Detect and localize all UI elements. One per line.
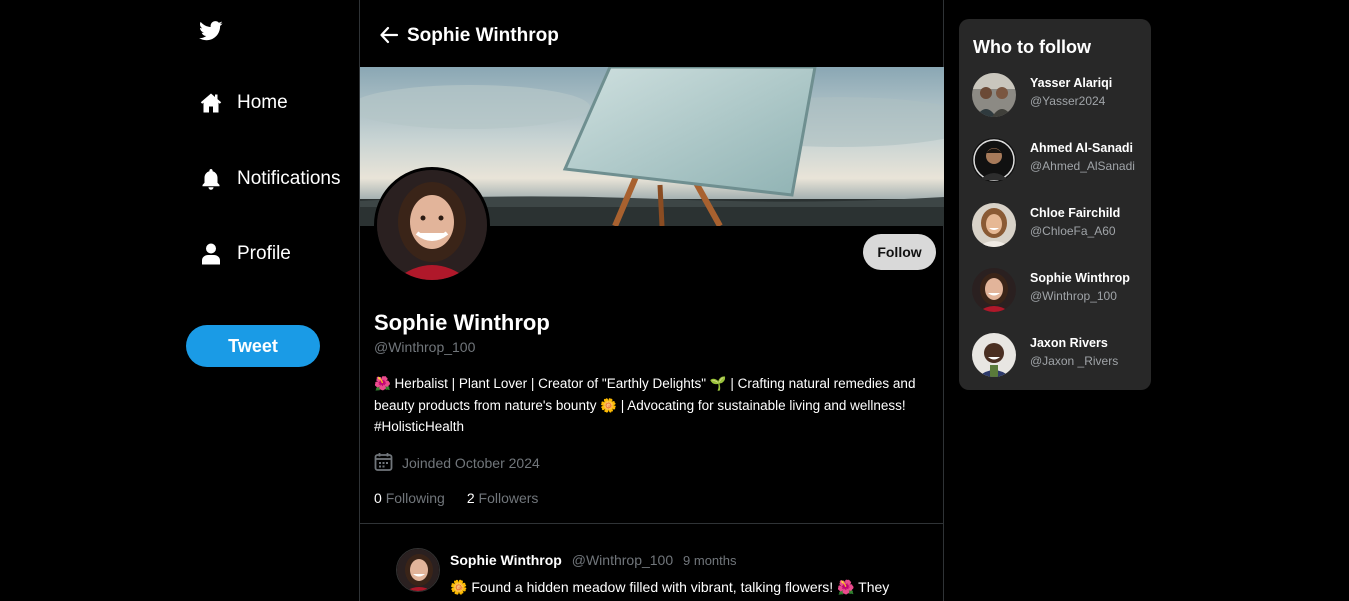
left-sidebar: Home Notifications Profile Tweet <box>186 0 360 601</box>
suggested-user[interactable]: Yasser Alariqi @Yasser2024 <box>972 73 1148 119</box>
user-icon <box>200 243 222 265</box>
arrow-left-icon[interactable] <box>379 25 399 45</box>
who-to-follow-title: Who to follow <box>973 37 1091 57</box>
sidebar-item-label: Home <box>237 92 288 113</box>
following-label: Following <box>385 490 445 506</box>
avatar <box>972 138 1016 182</box>
suggested-user[interactable]: Chloe Fairchild @ChloeFa_A60 <box>972 203 1148 249</box>
tweet-timestamp: 9 months <box>683 553 737 568</box>
profile-avatar[interactable] <box>374 167 490 283</box>
joined-text: Joinded October 2024 <box>402 455 540 471</box>
suggested-user-handle: @ChloeFa_A60 <box>1030 224 1116 238</box>
page: Home Notifications Profile Tweet Sophie … <box>0 0 1349 601</box>
tweet-author-name[interactable]: Sophie Winthrop <box>450 552 562 568</box>
followers-count: 2 <box>466 490 475 506</box>
tweet-text: 🌼 Found a hidden meadow filled with vibr… <box>450 579 890 595</box>
suggested-user-handle: @Yasser2024 <box>1030 94 1106 108</box>
follow-stats: 0 Following 2 Followers <box>374 490 538 506</box>
suggested-user[interactable]: Ahmed Al-Sanadi @Ahmed_AlSanadi <box>972 138 1148 184</box>
who-to-follow-panel: Who to follow Yasser Alariqi @Yasser2024… <box>959 19 1151 390</box>
main-column: Sophie Winthrop Follow Sophie Winthrop @… <box>359 0 944 601</box>
twitter-bird-icon[interactable] <box>199 20 223 42</box>
suggested-user-name: Sophie Winthrop <box>1030 271 1130 285</box>
profile-header: Sophie Winthrop <box>360 0 944 67</box>
calendar-icon <box>374 452 393 474</box>
divider <box>360 523 944 524</box>
avatar <box>972 333 1016 377</box>
suggested-user[interactable]: Jaxon Rivers @Jaxon _Rivers <box>972 333 1148 379</box>
suggested-user-name: Yasser Alariqi <box>1030 76 1113 90</box>
profile-bio: 🌺 Herbalist | Plant Lover | Creator of "… <box>374 376 916 434</box>
suggested-user-handle: @Winthrop_100 <box>1030 289 1117 303</box>
tweet-header: Sophie Winthrop @Winthrop_100 9 months <box>450 552 737 568</box>
followers-stat[interactable]: 2 Followers <box>467 490 539 506</box>
avatar <box>972 268 1016 312</box>
sidebar-item-label: Notifications <box>237 168 341 189</box>
page-title: Sophie Winthrop <box>407 25 559 46</box>
joined-date: Joinded October 2024 <box>374 452 540 474</box>
following-count: 0 <box>374 490 382 506</box>
sidebar-item-profile[interactable]: Profile <box>200 243 291 265</box>
sidebar-item-notifications[interactable]: Notifications <box>200 168 341 190</box>
profile-name: Sophie Winthrop <box>374 310 550 335</box>
sidebar-item-label: Profile <box>237 243 291 264</box>
suggested-user-handle: @Ahmed_AlSanadi <box>1030 159 1135 173</box>
suggested-user-handle: @Jaxon _Rivers <box>1030 354 1119 368</box>
follow-button[interactable]: Follow <box>863 234 936 270</box>
sidebar-item-home[interactable]: Home <box>200 92 288 114</box>
tweet-button[interactable]: Tweet <box>186 325 320 367</box>
bell-icon <box>200 168 222 190</box>
followers-label: Followers <box>478 490 539 506</box>
suggested-user-name: Chloe Fairchild <box>1030 206 1121 220</box>
tweet-author-handle: @Winthrop_100 <box>571 552 674 568</box>
suggested-user-name: Jaxon Rivers <box>1030 336 1108 350</box>
avatar <box>972 203 1016 247</box>
profile-handle: @Winthrop_100 <box>374 339 476 355</box>
following-stat[interactable]: 0 Following <box>374 490 445 506</box>
tweet-avatar[interactable] <box>396 548 440 592</box>
home-icon <box>200 92 222 114</box>
suggested-user-name: Ahmed Al-Sanadi <box>1030 141 1134 155</box>
avatar <box>972 73 1016 117</box>
suggested-user[interactable]: Sophie Winthrop @Winthrop_100 <box>972 268 1148 314</box>
